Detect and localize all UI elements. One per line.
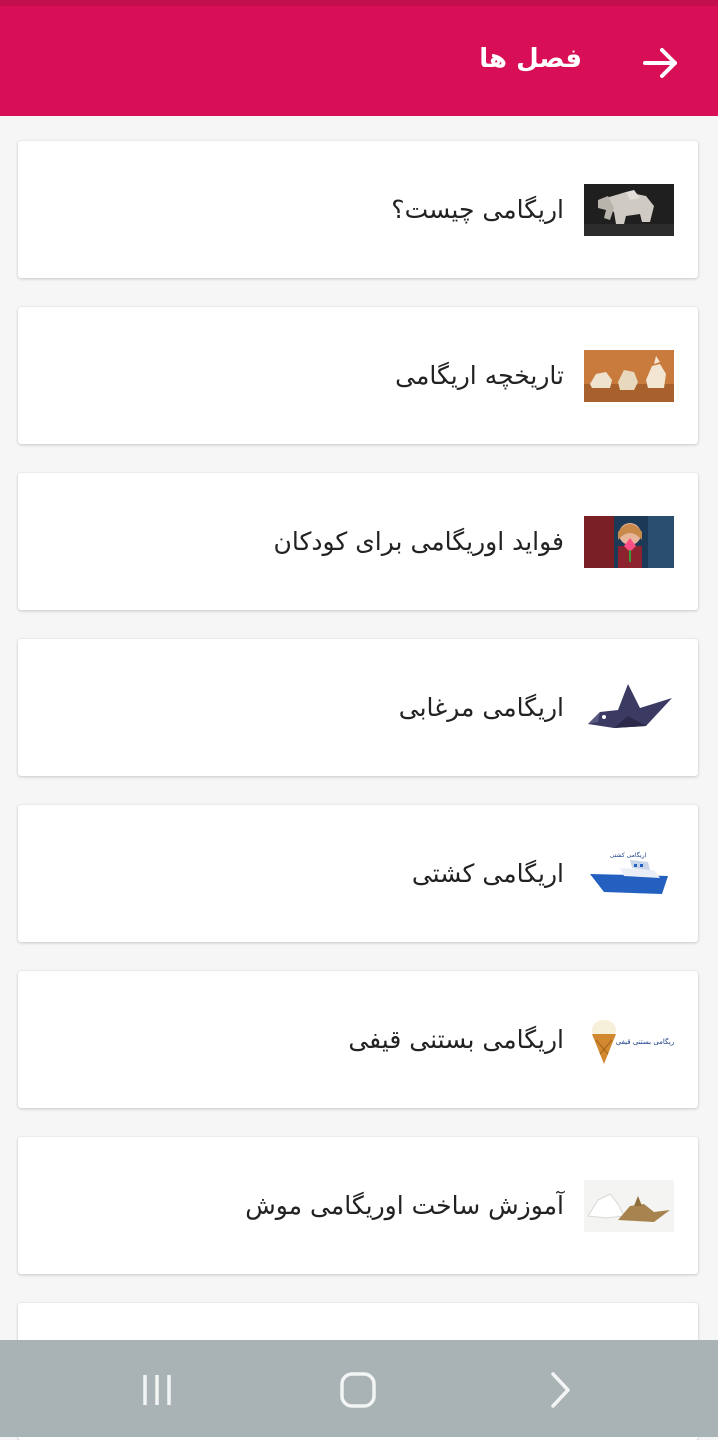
list-item[interactable]: تاریخچه اریگامی xyxy=(18,307,698,444)
list-item[interactable]: اریگامی بستنی قیفی اریگامی بستنی قیفی xyxy=(18,971,698,1108)
arrow-right-icon xyxy=(643,48,677,78)
thumbnail-image: اریگامی بستنی قیفی xyxy=(584,1014,674,1066)
thumbnail-image xyxy=(584,1180,674,1232)
list-item[interactable]: فواید اوریگامی برای کودکان xyxy=(18,473,698,610)
back-button[interactable] xyxy=(638,40,684,86)
thumbnail-image xyxy=(584,350,674,402)
recents-button[interactable] xyxy=(137,1370,177,1410)
list-item-title: اریگامی کشتی xyxy=(411,859,564,888)
chevron-right-icon xyxy=(551,1372,570,1408)
list-item-title: اریگامی بستنی قیفی xyxy=(348,1025,564,1054)
system-navigation-bar xyxy=(0,1340,718,1437)
system-back-button[interactable] xyxy=(540,1370,580,1410)
thumbnail-image xyxy=(584,184,674,236)
list-item-title: آموزش ساخت اوریگامی موش xyxy=(245,1191,564,1220)
app-bar: فصل ها xyxy=(0,6,718,116)
list-item[interactable]: اریگامی چیست؟ xyxy=(18,141,698,278)
list-item-title: اریگامی چیست؟ xyxy=(391,195,564,224)
list-item[interactable]: اریگامی کشتی اریگامی کشتی xyxy=(18,805,698,942)
svg-text:اریگامی بستنی قیفی: اریگامی بستنی قیفی xyxy=(616,1037,674,1046)
list-item-title: اریگامی مرغابی xyxy=(398,693,564,722)
list-item[interactable]: اریگامی مرغابی xyxy=(18,639,698,776)
recents-icon xyxy=(143,1375,171,1405)
list-item[interactable]: آموزش ساخت اوریگامی موش xyxy=(18,1137,698,1274)
thumbnail-image: اریگامی کشتی xyxy=(584,848,674,900)
list-item-title: فواید اوریگامی برای کودکان xyxy=(273,527,564,556)
svg-text:اریگامی کشتی: اریگامی کشتی xyxy=(610,851,647,859)
home-icon xyxy=(340,1372,376,1408)
page-title: فصل ها xyxy=(479,44,582,74)
thumbnail-image xyxy=(584,682,674,734)
list-item-title: تاریخچه اریگامی xyxy=(395,361,564,390)
thumbnail-image xyxy=(584,516,674,568)
home-button[interactable] xyxy=(338,1370,378,1410)
